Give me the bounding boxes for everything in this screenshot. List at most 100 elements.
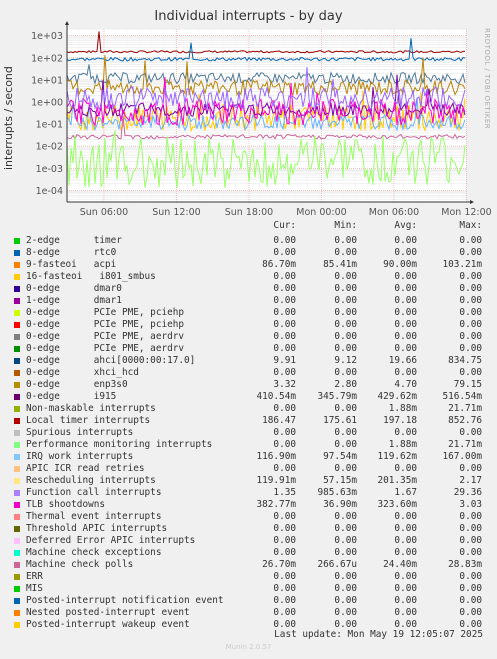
- legend-swatch: [14, 574, 20, 580]
- legend-row: Local timer interrupts 186.47 175.61 197.18…: [0, 415, 497, 427]
- legend-max-value: 0.00: [459, 547, 482, 558]
- legend-row: 0-edge i915 410.54m 345.79m 429.62m 516.54m: [0, 391, 497, 403]
- x-axis-arrow: [470, 200, 474, 204]
- legend-column-header: Max:: [459, 220, 482, 231]
- legend-min-value: 0.00: [334, 283, 357, 294]
- legend-cur-value: 0.00: [273, 511, 296, 522]
- legend-avg-value: 0.00: [394, 295, 417, 306]
- legend-min-value: 0.00: [334, 319, 357, 330]
- legend-max-value: 21.71m: [448, 439, 482, 450]
- legend-avg-value: 1.88m: [388, 439, 417, 450]
- legend-series-name: APIC ICR read retries: [26, 463, 145, 474]
- legend-swatch: [14, 382, 20, 388]
- legend-avg-value: 1.88m: [388, 403, 417, 414]
- legend-min-value: 0.00: [334, 247, 357, 258]
- legend-max-value: 167.00m: [442, 451, 482, 462]
- legend-avg-value: 0.00: [394, 307, 417, 318]
- legend-max-value: 28.83m: [448, 559, 482, 570]
- legend-avg-value: 0.00: [394, 319, 417, 330]
- legend-row: Nested posted-interrupt event 0.00 0.00 0.0…: [0, 607, 497, 619]
- legend-min-value: 0.00: [334, 463, 357, 474]
- legend-swatch: [14, 310, 20, 316]
- legend-avg-value: 0.00: [394, 523, 417, 534]
- legend-series-name: 16-fasteoi i801_smbus: [26, 271, 156, 282]
- legend-max-value: 0.00: [459, 595, 482, 606]
- legend-row: Spurious interrupts 0.00 0.00 0.00 0.00: [0, 427, 497, 439]
- legend-avg-value: 0.00: [394, 283, 417, 294]
- legend-row: 0-edge PCIe PME, pciehp 0.00 0.00 0.00 0.00: [0, 319, 497, 331]
- legend-row: Non-maskable interrupts 0.00 0.00 1.88m 21.7…: [0, 403, 497, 415]
- legend-min-value: 57.15m: [323, 475, 357, 486]
- legend-swatch: [14, 502, 20, 508]
- legend-row: APIC ICR read retries 0.00 0.00 0.00 0.00: [0, 463, 497, 475]
- legend-header: Cur: Min: Avg: Max:: [0, 220, 497, 232]
- legend-row: MIS 0.00 0.00 0.00 0.00: [0, 583, 497, 595]
- legend-max-value: 2.17: [459, 475, 482, 486]
- legend-min-value: 0.00: [334, 523, 357, 534]
- legend-row: 0-edge ahci[0000:00:17.0] 9.91 9.12 19.66 83…: [0, 355, 497, 367]
- legend-avg-value: 0.00: [394, 463, 417, 474]
- legend-row: 0-edge PCIe PME, pciehp 0.00 0.00 0.00 0.00: [0, 307, 497, 319]
- legend-cur-value: 0.00: [273, 403, 296, 414]
- y-tick-label: 1e-03: [36, 164, 63, 175]
- legend-series-name: MIS: [26, 583, 43, 594]
- legend-avg-value: 0.00: [394, 535, 417, 546]
- legend-min-value: 0.00: [334, 331, 357, 342]
- x-tick-label: Sun 12:00: [152, 207, 200, 218]
- legend-series-name: 0-edge i915: [26, 391, 117, 402]
- legend-series-name: Function call interrupts: [26, 487, 162, 498]
- legend-max-value: 0.00: [459, 463, 482, 474]
- legend-swatch: [14, 394, 20, 400]
- legend-swatch: [14, 454, 20, 460]
- legend-cur-value: 382.77m: [256, 499, 296, 510]
- legend-cur-value: 0.00: [273, 367, 296, 378]
- legend-cur-value: 26.70m: [262, 559, 296, 570]
- legend-min-value: 0.00: [334, 571, 357, 582]
- legend-series-name: ERR: [26, 571, 43, 582]
- legend-row: Posted-interrupt notification event 0.00 0…: [0, 595, 497, 607]
- legend-series-name: Posted-interrupt notification event: [26, 595, 224, 606]
- legend-cur-value: 0.00: [273, 343, 296, 354]
- legend-max-value: 3.03: [459, 499, 482, 510]
- legend-series-name: TLB shootdowns: [26, 499, 106, 510]
- chart-plot: 1e+03 1e+02 1e+01 1e+00 1e-01 1e-02 1e-03 1e-04…: [31, 21, 492, 218]
- legend-min-value: 0.00: [334, 427, 357, 438]
- legend-series-name: Posted-interrupt wakeup event: [26, 619, 190, 630]
- legend-min-value: 266.67u: [317, 559, 357, 570]
- legend-max-value: 21.71m: [448, 403, 482, 414]
- legend-cur-value: 0.00: [273, 295, 296, 306]
- legend-series-name: IRQ work interrupts: [26, 451, 134, 462]
- legend-series-name: 9-fasteoi acpi: [26, 259, 117, 270]
- legend-series-name: Performance monitoring interrupts: [26, 439, 213, 450]
- legend-swatch: [14, 298, 20, 304]
- x-tick-label: Mon 12:00: [441, 207, 491, 218]
- legend-max-value: 79.15: [453, 379, 482, 390]
- legend-max-value: 852.76: [448, 415, 482, 426]
- legend-row: Rescheduling interrupts 119.91m 57.15m 201.…: [0, 475, 497, 487]
- legend-min-value: 0.00: [334, 343, 357, 354]
- legend-cur-value: 0.00: [273, 427, 296, 438]
- legend-row: Function call interrupts 1.35 985.63m 1.67 2…: [0, 487, 497, 499]
- legend-series-name: 0-edge PCIe PME, pciehp: [26, 307, 185, 318]
- legend-min-value: 2.80: [334, 379, 357, 390]
- legend-min-value: 0.00: [334, 403, 357, 414]
- legend-avg-value: 429.62m: [377, 391, 417, 402]
- legend-row: 1-edge dmar1 0.00 0.00 0.00 0.00: [0, 295, 497, 307]
- legend-swatch: [14, 538, 20, 544]
- legend-avg-value: 0.00: [394, 595, 417, 606]
- legend-avg-value: 119.62m: [377, 451, 417, 462]
- legend-max-value: 0.00: [459, 523, 482, 534]
- legend-cur-value: 0.00: [273, 439, 296, 450]
- legend-series-name: 0-edge PCIe PME, aerdrv: [26, 331, 185, 342]
- legend-max-value: 0.00: [459, 343, 482, 354]
- legend-avg-value: 19.66: [388, 355, 417, 366]
- legend-swatch: [14, 250, 20, 256]
- legend-min-value: 985.63m: [317, 487, 357, 498]
- legend-cur-value: 0.00: [273, 271, 296, 282]
- legend-min-value: 0.00: [334, 307, 357, 318]
- legend-swatch: [14, 358, 20, 364]
- legend-cur-value: 0.00: [273, 535, 296, 546]
- legend-row: 0-edge dmar0 0.00 0.00 0.00 0.00: [0, 283, 497, 295]
- legend-avg-value: 90.00m: [383, 259, 417, 270]
- legend-max-value: 0.00: [459, 271, 482, 282]
